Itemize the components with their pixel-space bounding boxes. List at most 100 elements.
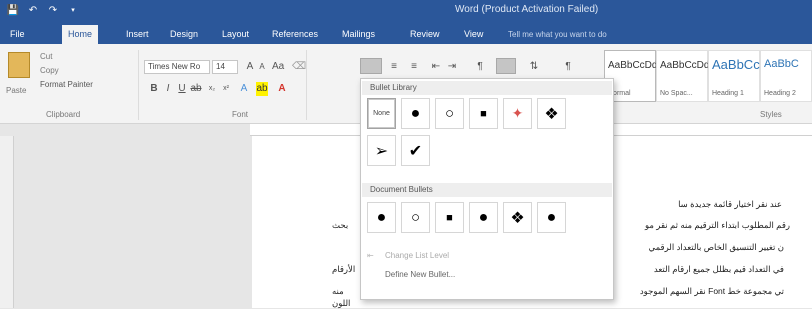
bullet-option-arrowhead[interactable]: ➢ xyxy=(367,135,396,166)
strikethrough-icon[interactable]: ab xyxy=(190,82,202,96)
bullet-option-diamond-cross[interactable]: ❖ xyxy=(537,98,566,129)
italic-icon[interactable]: I xyxy=(162,82,174,96)
tab-file[interactable]: File xyxy=(4,25,31,44)
highlight-icon[interactable]: ab xyxy=(256,82,268,96)
style-name: Heading 2 xyxy=(764,90,796,97)
document-fragment: بحث xyxy=(332,220,349,230)
bullet-library-header: Bullet Library xyxy=(362,81,612,95)
font-name-box[interactable]: Times New Ro xyxy=(144,60,210,74)
multilevel-list-icon[interactable]: ≡ xyxy=(408,60,420,74)
vertical-ruler[interactable] xyxy=(0,136,14,308)
document-bullet-diamond-cross[interactable]: ❖ xyxy=(503,202,532,233)
bullet-diamond-cross-icon: ❖ xyxy=(510,209,525,227)
bullet-option-checkmark[interactable]: ✔ xyxy=(401,135,430,166)
tab-home[interactable]: Home xyxy=(62,25,99,44)
ribbon-tabs: File Home Insert Design Layout Reference… xyxy=(0,20,812,44)
bullet-option-square[interactable]: ■ xyxy=(469,98,498,129)
redo-icon[interactable]: ↷ xyxy=(46,3,60,17)
document-bullet-disc[interactable]: ● xyxy=(367,202,396,233)
document-bullet-disc-3[interactable]: ● xyxy=(537,202,566,233)
grow-font-icon[interactable]: A xyxy=(244,60,256,74)
copy-button[interactable]: Copy xyxy=(40,66,59,75)
tab-mailings[interactable]: Mailings xyxy=(336,25,381,44)
subscript-icon[interactable]: x₂ xyxy=(206,82,218,96)
document-bullet-square[interactable]: ■ xyxy=(435,202,464,233)
numbering-icon[interactable]: ≡ xyxy=(388,60,400,74)
change-case-icon[interactable]: Aa xyxy=(272,60,284,74)
bullet-arrowhead-icon: ➢ xyxy=(374,142,389,160)
shrink-font-icon[interactable]: A xyxy=(256,60,268,74)
document-fragment: اللون xyxy=(332,298,351,308)
tab-insert[interactable]: Insert xyxy=(120,25,155,44)
save-icon[interactable]: 💾 xyxy=(6,3,20,17)
bullet-disc-icon: ● xyxy=(478,208,489,226)
format-painter-button[interactable]: Format Painter xyxy=(40,80,93,89)
tab-layout[interactable]: Layout xyxy=(216,25,255,44)
bullet-disc-icon: ● xyxy=(546,208,557,226)
document-line: عند نقر اختيار قائمة جديدة سا xyxy=(678,199,782,209)
show-marks-icon[interactable]: ¶ xyxy=(562,60,574,74)
window-title: Word (Product Activation Failed) xyxy=(455,4,599,15)
sort-icon[interactable]: ⇅ xyxy=(528,60,540,74)
document-line: ن تغيير التنسيق الخاص بالتعداد الرقمي xyxy=(648,242,784,252)
tab-design[interactable]: Design xyxy=(164,25,204,44)
change-list-level-command[interactable]: Change List Level xyxy=(385,251,449,260)
style-heading-1[interactable]: AaBbCc Heading 1 xyxy=(708,50,760,102)
document-fragment: الأرقام xyxy=(332,264,356,274)
cut-button[interactable]: Cut xyxy=(40,52,52,61)
document-line: في التعداد قيم بظلل جميع ارقام التعد xyxy=(653,264,784,274)
bullet-library-dropdown: Bullet Library None ● ○ ■ ✦ ❖ ➢ ✔ Docume… xyxy=(360,78,614,300)
rtl-direction-button[interactable] xyxy=(496,58,516,74)
group-divider xyxy=(306,50,307,120)
bullet-none-option[interactable]: None xyxy=(367,98,396,129)
define-new-bullet-command[interactable]: Define New Bullet... xyxy=(385,270,455,279)
font-group-label: Font xyxy=(232,110,249,119)
bullet-none-label: None xyxy=(373,110,390,117)
clear-format-icon[interactable]: ⌫ xyxy=(292,60,306,74)
title-bar: 💾 ↶ ↷ ▾ Word (Product Activation Failed) xyxy=(0,0,812,20)
font-size-box[interactable]: 14 xyxy=(212,60,238,74)
bullet-square-icon: ■ xyxy=(480,107,487,120)
bullet-option-circle[interactable]: ○ xyxy=(435,98,464,129)
font-color-icon[interactable]: A xyxy=(276,82,288,96)
document-fragment: منه xyxy=(332,286,344,296)
superscript-icon[interactable]: x² xyxy=(220,82,232,96)
bullet-circle-icon: ○ xyxy=(410,209,421,226)
tab-view[interactable]: View xyxy=(458,25,489,44)
style-heading-2[interactable]: AaBbC Heading 2 xyxy=(760,50,812,102)
bullet-option-star[interactable]: ✦ xyxy=(503,98,532,129)
ltr-direction-icon[interactable]: ¶ xyxy=(474,60,486,74)
increase-indent-icon[interactable]: ⇥ xyxy=(446,60,458,74)
tell-me-search[interactable]: Tell me what you want to do xyxy=(508,30,607,39)
document-bullets-header: Document Bullets xyxy=(362,183,612,197)
tab-references[interactable]: References xyxy=(266,25,324,44)
bold-icon[interactable]: B xyxy=(148,82,160,96)
bullet-disc-icon: ● xyxy=(376,208,387,226)
style-sample: AaBbC xyxy=(764,58,799,70)
styles-group-label: Styles xyxy=(760,110,782,119)
decrease-indent-icon[interactable]: ⇤ xyxy=(430,60,442,74)
document-bullet-circle[interactable]: ○ xyxy=(401,202,430,233)
text-effects-icon[interactable]: A xyxy=(238,82,250,96)
document-bullet-disc-2[interactable]: ● xyxy=(469,202,498,233)
style-no-spacing[interactable]: AaBbCcDdEe No Spac... xyxy=(656,50,722,102)
change-level-icon: ⇤ xyxy=(367,251,374,260)
bullet-disc-icon: ● xyxy=(410,104,421,122)
paste-icon[interactable] xyxy=(8,52,30,78)
bullet-diamond-cross-icon: ❖ xyxy=(544,105,559,123)
customize-icon[interactable]: ▾ xyxy=(66,3,80,17)
bullet-circle-icon: ○ xyxy=(444,105,455,122)
undo-icon[interactable]: ↶ xyxy=(26,3,40,17)
underline-icon[interactable]: U xyxy=(176,82,188,96)
bullet-checkmark-icon: ✔ xyxy=(408,142,423,160)
style-sample: AaBbCc xyxy=(712,57,760,72)
bullet-option-disc[interactable]: ● xyxy=(401,98,430,129)
paste-button[interactable]: Paste xyxy=(6,86,26,95)
bullet-star-icon: ✦ xyxy=(511,105,524,121)
bullets-button[interactable] xyxy=(360,58,382,74)
tab-review[interactable]: Review xyxy=(404,25,446,44)
document-line: رقم المطلوب ابتداء الترقيم منه ثم نقر مو xyxy=(644,220,790,230)
bullet-square-icon: ■ xyxy=(446,211,453,224)
style-name: Heading 1 xyxy=(712,90,744,97)
group-divider xyxy=(138,50,139,120)
